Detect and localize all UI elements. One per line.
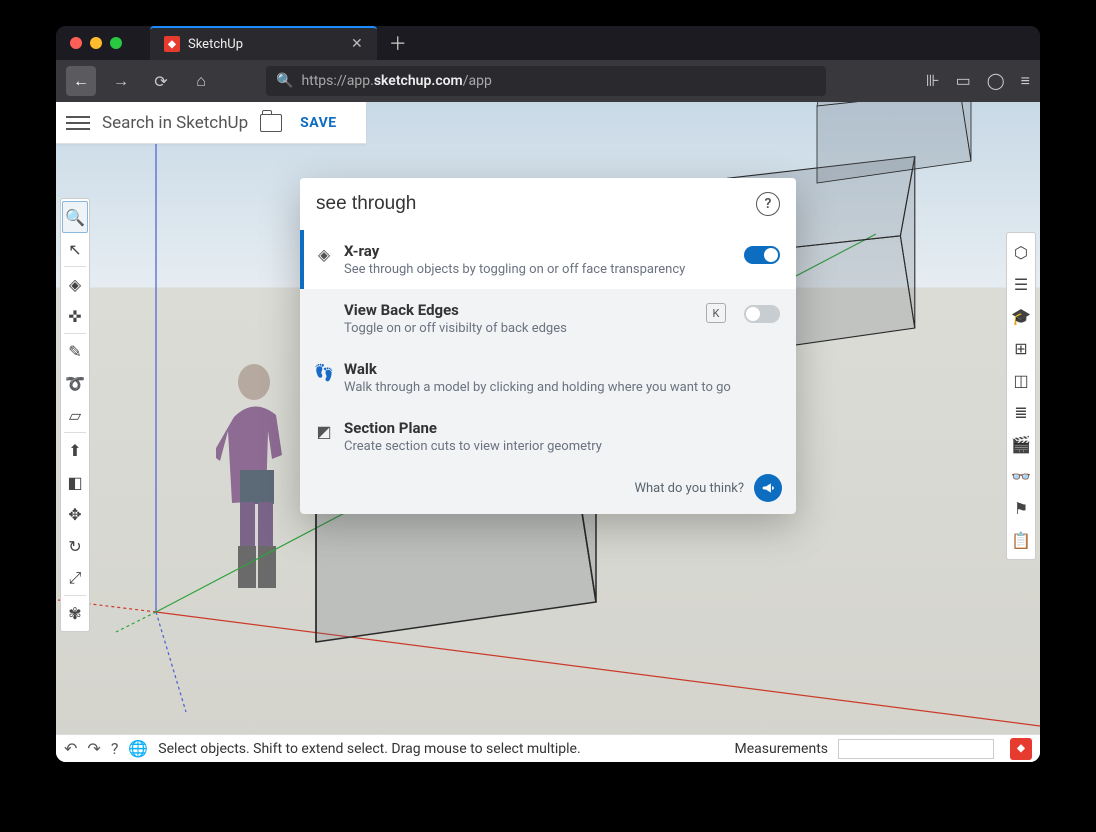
redo-button[interactable]: ↷ — [87, 739, 100, 758]
arc-tool-button[interactable]: ➰ — [62, 367, 88, 399]
library-icon[interactable]: ⊪ — [926, 71, 940, 91]
feedback-label: What do you think? — [634, 481, 744, 496]
cube-icon: ◈ — [314, 244, 334, 264]
footsteps-icon: 👣 — [314, 362, 334, 382]
section-icon: ◩ — [314, 421, 334, 441]
xray-toggle[interactable] — [744, 246, 780, 264]
help-icon[interactable]: ? — [111, 739, 119, 758]
reader-icon[interactable]: ▭ — [956, 71, 971, 91]
result-desc: Create section cuts to view interior geo… — [344, 439, 780, 454]
search-tool-button[interactable]: 🔍 — [62, 201, 88, 233]
right-toolbar: ⬡ ☰ 🎓 ⊞ ◫ ≣ 🎬 👓 ⚑ 📋 — [1006, 232, 1036, 560]
sketchup-logo-icon[interactable]: ◆ — [1010, 738, 1032, 760]
panel-scenes-button[interactable]: 🎬 — [1008, 431, 1034, 457]
sketchup-favicon-icon: ◆ — [164, 36, 180, 52]
close-tab-button[interactable]: ✕ — [351, 36, 363, 52]
home-button[interactable]: ⌂ — [186, 66, 216, 96]
panel-warn-button[interactable]: ⚑ — [1008, 495, 1034, 521]
panel-materials-button[interactable]: ◫ — [1008, 367, 1034, 393]
back-edges-toggle[interactable] — [744, 305, 780, 323]
search-label[interactable]: Search in SketchUp — [102, 113, 248, 133]
megaphone-icon — [761, 481, 775, 495]
scale-tool-button[interactable]: ⤢ — [62, 562, 88, 594]
maximize-window-button[interactable] — [110, 37, 122, 49]
panel-clipboard-button[interactable]: 📋 — [1008, 527, 1034, 553]
account-icon[interactable]: ◯ — [987, 71, 1005, 91]
select-tool-button[interactable]: ↖ — [62, 233, 88, 265]
panel-instructor-button[interactable]: 🎓 — [1008, 303, 1034, 329]
search-popup: ? ◈ X-ray See through objects by togglin… — [300, 178, 796, 514]
url-bar[interactable]: 🔍 https://app.sketchup.com/app — [266, 66, 826, 96]
reload-button[interactable]: ⟳ — [146, 66, 176, 96]
help-button[interactable]: ? — [756, 192, 780, 216]
forward-button[interactable]: → — [106, 66, 136, 96]
measurements-label: Measurements — [735, 741, 828, 757]
result-title: View Back Edges — [344, 301, 696, 319]
window-controls — [56, 37, 122, 49]
spacer-icon — [314, 303, 334, 323]
panel-components-button[interactable]: ⊞ — [1008, 335, 1034, 361]
paint-tool-button[interactable]: ✜ — [62, 300, 88, 332]
move-tool-button[interactable]: ✥ — [62, 498, 88, 530]
result-desc: Toggle on or off visibilty of back edges — [344, 321, 696, 336]
browser-titlebar: ◆ SketchUp ✕ ＋ — [56, 26, 1040, 60]
tab-title: SketchUp — [188, 37, 243, 52]
panel-model-button[interactable]: ⬡ — [1008, 239, 1034, 265]
url-text: https://app.sketchup.com/app — [301, 73, 491, 89]
minimize-window-button[interactable] — [90, 37, 102, 49]
search-input[interactable] — [316, 193, 756, 215]
result-title: Walk — [344, 360, 780, 378]
tape-tool-button[interactable]: ✾ — [62, 597, 88, 629]
new-tab-button[interactable]: ＋ — [389, 30, 407, 56]
feedback-button[interactable] — [754, 474, 782, 502]
search-result-xray[interactable]: ◈ X-ray See through objects by toggling … — [300, 230, 796, 289]
panel-styles-button[interactable]: ≣ — [1008, 399, 1034, 425]
eraser-tool-button[interactable]: ◈ — [62, 268, 88, 300]
search-icon: 🔍 — [276, 73, 293, 89]
pushpull-tool-button[interactable]: ⬆ — [62, 434, 88, 466]
save-button[interactable]: SAVE — [300, 115, 337, 131]
search-result-back-edges[interactable]: View Back Edges Toggle on or off visibil… — [300, 289, 796, 348]
status-bar: ↶ ↷ ? 🌐 Select objects. Shift to extend … — [56, 734, 1040, 762]
left-toolbar: 🔍 ↖ ◈ ✜ ✎ ➰ ▱ ⬆ ◧ ✥ ↻ ⤢ ✾ — [60, 198, 90, 632]
sketchup-app: Search in SketchUp SAVE 🔍 ↖ ◈ ✜ ✎ ➰ ▱ ⬆ … — [56, 102, 1040, 762]
panel-display-button[interactable]: 👓 — [1008, 463, 1034, 489]
result-desc: Walk through a model by clicking and hol… — [344, 380, 780, 395]
status-hint: Select objects. Shift to extend select. … — [158, 741, 580, 757]
language-icon[interactable]: 🌐 — [128, 739, 148, 758]
result-desc: See through objects by toggling on or of… — [344, 262, 734, 277]
folder-icon[interactable] — [260, 114, 282, 132]
browser-tab[interactable]: ◆ SketchUp ✕ — [150, 26, 377, 60]
browser-toolbar: ← → ⟳ ⌂ 🔍 https://app.sketchup.com/app ⊪… — [56, 60, 1040, 102]
result-title: Section Plane — [344, 419, 780, 437]
result-title: X-ray — [344, 242, 734, 260]
search-result-walk[interactable]: 👣 Walk Walk through a model by clicking … — [300, 348, 796, 407]
scale-figure-icon — [216, 362, 306, 612]
menu-icon[interactable]: ≡ — [1021, 71, 1030, 91]
offset-tool-button[interactable]: ◧ — [62, 466, 88, 498]
menu-button[interactable] — [66, 116, 90, 130]
panel-layers-button[interactable]: ☰ — [1008, 271, 1034, 297]
back-button[interactable]: ← — [66, 66, 96, 96]
shortcut-key: K — [706, 303, 726, 323]
undo-button[interactable]: ↶ — [64, 739, 77, 758]
line-tool-button[interactable]: ✎ — [62, 335, 88, 367]
shape-tool-button[interactable]: ▱ — [62, 399, 88, 431]
app-toolbar: Search in SketchUp SAVE — [56, 102, 366, 144]
rotate-tool-button[interactable]: ↻ — [62, 530, 88, 562]
search-result-section-plane[interactable]: ◩ Section Plane Create section cuts to v… — [300, 407, 796, 466]
close-window-button[interactable] — [70, 37, 82, 49]
measurements-input[interactable] — [838, 739, 994, 759]
